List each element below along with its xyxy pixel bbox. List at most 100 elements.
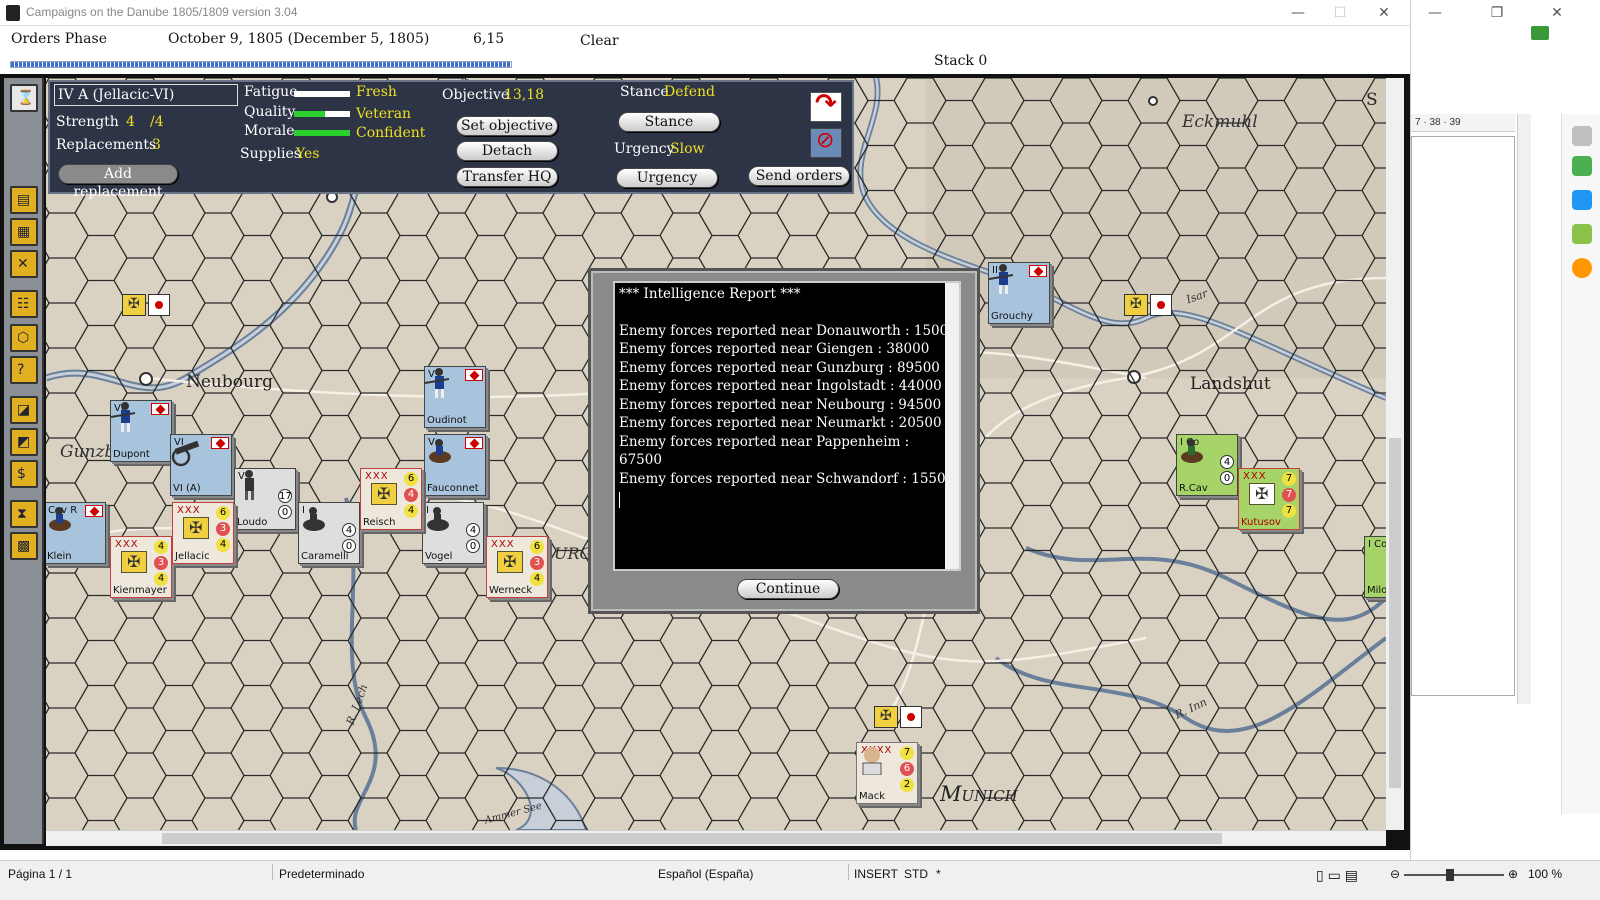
grid-icon[interactable]: ▩ [10, 532, 38, 560]
undo-icon[interactable] [810, 89, 842, 122]
army-hq-counter[interactable]: XXXX 7 6 2 Mack [856, 742, 918, 804]
help-icon[interactable]: ? [10, 356, 38, 384]
fatigue-bar [294, 91, 350, 97]
corps-counter[interactable]: XXX 4 3 4 Kienmayer [110, 536, 172, 598]
zoom-slider-thumb[interactable] [1446, 869, 1454, 881]
zoom-out-icon[interactable]: ⊖ [1390, 867, 1400, 881]
close-button[interactable]: ✕ [1537, 2, 1577, 24]
stance-value: Defend [664, 84, 715, 100]
cancel-icon[interactable] [810, 128, 842, 158]
unit-name: IV A (Jellacic-VI) [54, 84, 238, 106]
unit-counter[interactable]: I 4 0 Vogel [422, 502, 484, 564]
corps-counter[interactable]: XXX 6 4 4 Reisch [360, 468, 422, 530]
turn-progress-bar [10, 61, 512, 68]
report-scrollbar[interactable] [945, 283, 959, 569]
document-page [1411, 136, 1515, 696]
language[interactable]: Español (España) [658, 867, 753, 881]
maximize-button[interactable]: ☐ [1320, 2, 1360, 24]
corps-counter[interactable]: XXX 6 3 4 Werneck [486, 536, 548, 598]
urgency-label: Urgency [614, 141, 675, 157]
objective-marker[interactable] [874, 706, 924, 728]
objective-marker[interactable] [122, 294, 172, 316]
money-icon[interactable]: $ [10, 460, 38, 488]
stance-button[interactable]: Stance [618, 112, 720, 132]
navigator-icon[interactable] [1572, 258, 1592, 278]
properties-icon[interactable] [1572, 156, 1592, 176]
urgency-button[interactable]: Urgency [616, 168, 718, 188]
report-line: Enemy forces reported near Donauworth : … [619, 322, 949, 339]
unit-counter[interactable]: II Grouchy [988, 262, 1050, 324]
styles-icon[interactable] [1572, 190, 1592, 210]
corps-counter[interactable]: XXX 7 7 7 Kutusov [1238, 468, 1300, 530]
unit-counter[interactable]: V Oudinot [424, 366, 486, 428]
town-munich: Munich [940, 782, 1018, 806]
scrollbar-thumb[interactable] [162, 833, 1222, 844]
map-vertical-scrollbar[interactable] [1386, 78, 1404, 830]
depot-icon[interactable]: ◩ [10, 428, 38, 456]
infantry-icon [425, 368, 450, 398]
stack-icon[interactable]: ▦ [10, 218, 38, 246]
strength-value: 4 [126, 114, 135, 130]
unit-counter[interactable]: VI Dupont [110, 400, 172, 462]
town-landshut: Landshut [1190, 374, 1271, 394]
scrollbar-thumb[interactable] [1389, 438, 1401, 788]
download-icon[interactable] [1531, 26, 1549, 40]
unit-counter[interactable]: V Fauconnet [424, 434, 486, 496]
town-s: S [1366, 90, 1378, 110]
fatigue-label: Fatigue [244, 84, 298, 100]
hierarchy-icon[interactable]: ☷ [10, 290, 38, 318]
transfer-hq-button[interactable]: Transfer HQ [456, 167, 558, 187]
zoom-level[interactable]: 100 % [1528, 867, 1562, 881]
objective-marker[interactable] [1124, 294, 1174, 316]
unit-counter[interactable]: Cav R Klein [46, 502, 106, 564]
page-style[interactable]: Predeterminado [279, 867, 364, 881]
phase-label: Orders Phase [11, 31, 107, 47]
set-objective-button[interactable]: Set objective [456, 116, 558, 136]
report-textarea[interactable]: *** Intelligence Report *** Enemy forces… [613, 281, 961, 571]
clear-button[interactable]: Clear [580, 33, 619, 49]
title-bar: Campaigns on the Danube 1805/1809 versio… [0, 0, 1410, 26]
report-line: Enemy forces reported near Ingolstadt : … [619, 378, 942, 394]
corps-counter[interactable]: XXX 6 3 4 Jellacic [172, 502, 234, 564]
supplies-value: Yes [296, 146, 320, 162]
zoom-slider[interactable] [1404, 874, 1504, 876]
unit-counter[interactable]: I 4 0 Caramelli [298, 502, 360, 564]
end-turn-icon[interactable]: ⧗ [10, 500, 38, 528]
hex-icon[interactable]: ⬡ [10, 324, 38, 352]
text-caret [619, 492, 620, 508]
supply-icon[interactable]: ◪ [10, 396, 38, 424]
unit-counter[interactable]: I Co 4 0 R.Cav [1176, 434, 1238, 496]
orders-icon[interactable]: ▤ [10, 186, 38, 214]
unit-counter[interactable]: V 17 0 Loudo [234, 468, 296, 530]
selection-mode[interactable]: STD [904, 867, 928, 881]
minimize-button[interactable]: — [1278, 2, 1318, 24]
continue-button[interactable]: Continue [737, 579, 839, 599]
combat-icon[interactable]: ✕ [10, 250, 38, 278]
label-urg: URG [554, 544, 593, 563]
add-replacement-button[interactable]: Add replacement [58, 164, 178, 200]
town-neubourg: Neubourg [186, 372, 273, 392]
unit-info-panel: IV A (Jellacic-VI) Strength 4 /4 Replace… [48, 80, 854, 200]
menu-icon[interactable] [1572, 126, 1592, 146]
report-line: Enemy forces reported near Neubourg : 94… [619, 396, 942, 413]
close-button[interactable]: ✕ [1364, 2, 1404, 24]
layout-icon[interactable]: ▯ ▭ ▤ [1316, 867, 1358, 884]
infantry-icon [989, 264, 1014, 294]
zoom-in-icon[interactable]: ⊕ [1508, 867, 1518, 881]
minimize-button[interactable]: — [1415, 2, 1455, 24]
hourglass-icon[interactable]: ⌛ [10, 84, 38, 112]
restore-button[interactable]: ❐ [1477, 2, 1517, 24]
insert-mode[interactable]: INSERT [854, 867, 898, 881]
unit-counter[interactable]: I Co Milor [1364, 536, 1386, 598]
unit-counter[interactable]: VI VI (A) [170, 434, 232, 496]
detach-button[interactable]: Detach [456, 141, 558, 161]
divider [848, 864, 849, 880]
document-scrollbar[interactable] [1517, 114, 1531, 704]
report-line: Enemy forces reported near Pappenheim : … [619, 433, 910, 469]
cavalry-icon [1181, 439, 1203, 463]
gallery-icon[interactable] [1572, 224, 1592, 244]
map-horizontal-scrollbar[interactable] [46, 830, 1386, 846]
send-orders-button[interactable]: Send orders [748, 166, 850, 186]
quality-bar [294, 111, 350, 117]
app-icon [6, 5, 20, 21]
